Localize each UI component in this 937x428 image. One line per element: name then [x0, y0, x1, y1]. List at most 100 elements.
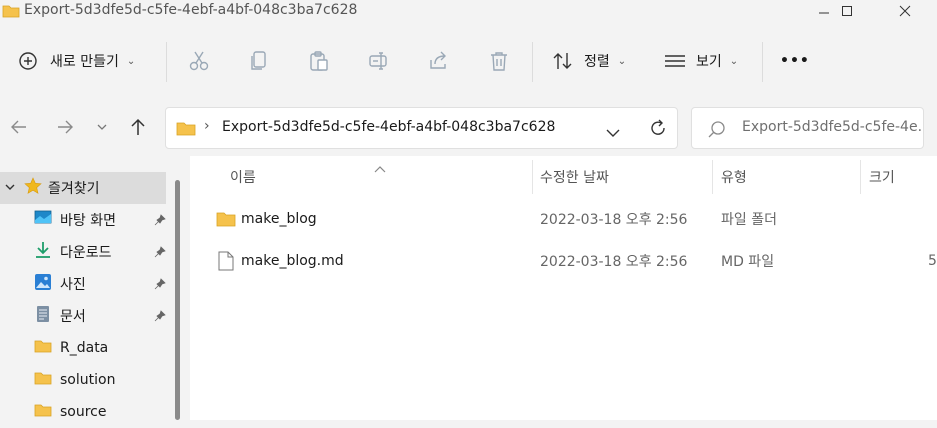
copy-icon: [251, 51, 266, 70]
column-header-modified[interactable]: 수정한 날짜: [540, 156, 609, 198]
up-button[interactable]: [127, 116, 149, 138]
column-divider[interactable]: [712, 160, 713, 194]
column-divider[interactable]: [860, 160, 861, 194]
refresh-button[interactable]: [648, 118, 668, 142]
file-list: 이름 수정한 날짜 유형 크기 make_blog 2022-03-18 오후 …: [190, 156, 937, 420]
breadcrumb-chevron-icon: ›: [204, 118, 210, 134]
toolbar-divider: [762, 42, 763, 82]
file-name: make_blog: [241, 211, 317, 227]
file-modified: 2022-03-18 오후 2:56: [540, 212, 688, 228]
share-button[interactable]: [428, 50, 450, 72]
column-divider[interactable]: [532, 160, 533, 194]
rename-icon: [369, 52, 387, 70]
file-size: 5: [928, 253, 937, 269]
column-header-size[interactable]: 크기: [869, 156, 895, 198]
close-icon: [899, 5, 911, 17]
maximize-icon: [842, 6, 852, 16]
delete-button[interactable]: [488, 50, 510, 72]
folder-icon: [2, 3, 20, 22]
window-title: Export-5d3dfe5d-c5fe-4ebf-a4bf-048c3ba7c…: [24, 2, 358, 18]
pin-icon: [154, 204, 166, 236]
toolbar-divider: [532, 42, 533, 82]
file-type: 파일 폴더: [721, 212, 777, 228]
sidebar-item-label: solution: [60, 372, 116, 388]
sidebar-item-desktop[interactable]: 바탕 화면: [0, 204, 166, 236]
sidebar-item-downloads[interactable]: 다운로드: [0, 236, 166, 268]
sidebar-scrollbar[interactable]: [175, 180, 180, 420]
column-header-type[interactable]: 유형: [721, 156, 747, 198]
folder-icon: [176, 121, 196, 140]
sidebar-item-label: 바탕 화면: [60, 213, 116, 229]
view-label: 보기: [696, 54, 722, 70]
cut-button[interactable]: [188, 50, 210, 72]
sidebar-item-pictures[interactable]: 사진: [0, 268, 166, 300]
title-bar: Export-5d3dfe5d-c5fe-4ebf-a4bf-048c3ba7c…: [0, 0, 937, 22]
address-path[interactable]: Export-5d3dfe5d-c5fe-4ebf-a4bf-048c3ba7c…: [222, 119, 555, 135]
documents-icon: [34, 305, 52, 327]
share-icon: [430, 51, 446, 69]
pictures-icon: [34, 273, 52, 295]
table-row[interactable]: make_blog 2022-03-18 오후 2:56 파일 폴더: [190, 199, 937, 239]
view-button[interactable]: 보기 ⌄: [664, 50, 738, 72]
address-bar[interactable]: › Export-5d3dfe5d-c5fe-4ebf-a4bf-048c3ba…: [165, 107, 678, 149]
rename-button[interactable]: [368, 50, 390, 72]
toolbar: 새로 만들기 ⌄ 정렬 ⌄ 보기 ⌄ •••: [0, 22, 937, 98]
sidebar-item-favorites[interactable]: 즐겨찾기: [0, 172, 166, 204]
pin-icon: [154, 236, 166, 268]
new-icon: [18, 51, 38, 71]
view-icon: [664, 52, 686, 70]
file-modified: 2022-03-18 오후 2:56: [540, 254, 688, 270]
search-box[interactable]: Export-5d3dfe5d-c5fe-4e...: [691, 107, 924, 149]
sort-ascending-icon: [374, 158, 386, 177]
chevron-down-icon: [4, 183, 16, 194]
arrow-left-icon: [11, 120, 26, 134]
sidebar-item-label: 즐겨찾기: [48, 181, 100, 197]
folder-icon: [34, 403, 52, 421]
sidebar-item-label: R_data: [60, 340, 109, 356]
search-icon: [708, 120, 726, 142]
chevron-down-icon: ⌄: [617, 55, 627, 67]
navigation-pane: 즐겨찾기 바탕 화면 다운로드 사진 문서 R_data solution so…: [0, 156, 182, 420]
star-icon: [24, 177, 42, 199]
refresh-icon: [651, 119, 665, 135]
search-input[interactable]: Export-5d3dfe5d-c5fe-4e...: [742, 119, 923, 135]
chevron-down-icon: [606, 129, 620, 137]
sort-icon: [552, 51, 574, 71]
more-button[interactable]: •••: [780, 50, 810, 72]
new-button[interactable]: 새로 만들기 ⌄: [18, 50, 135, 72]
table-row[interactable]: make_blog.md 2022-03-18 오후 2:56 MD 파일 5: [190, 241, 937, 281]
copy-button[interactable]: [248, 50, 270, 72]
sidebar-item-label: source: [60, 404, 107, 420]
sidebar-item-documents[interactable]: 문서: [0, 300, 166, 332]
pin-icon: [154, 268, 166, 300]
cut-icon: [189, 51, 209, 71]
close-button[interactable]: [882, 0, 928, 22]
sort-button[interactable]: 정렬 ⌄: [552, 50, 626, 72]
sidebar-item-source[interactable]: source: [0, 396, 166, 428]
pin-icon: [154, 300, 166, 332]
new-label: 새로 만들기: [50, 54, 119, 70]
column-header-name[interactable]: 이름: [230, 156, 256, 198]
sidebar-item-r-data[interactable]: R_data: [0, 332, 166, 364]
folder-icon: [216, 199, 236, 239]
back-button[interactable]: [8, 116, 30, 138]
delete-icon: [491, 52, 507, 71]
toolbar-divider: [166, 42, 167, 82]
recent-locations-button[interactable]: [92, 116, 112, 138]
paste-icon: [310, 51, 328, 71]
chevron-down-icon: ⌄: [729, 55, 739, 67]
desktop-icon: [34, 210, 52, 230]
chevron-down-icon: ⌄: [126, 55, 136, 67]
maximize-button[interactable]: [824, 0, 870, 22]
file-name: make_blog.md: [241, 253, 344, 269]
forward-button[interactable]: [54, 116, 76, 138]
arrow-up-icon: [131, 118, 145, 135]
sidebar-item-label: 사진: [60, 277, 86, 293]
folder-icon: [34, 371, 52, 389]
download-icon: [34, 241, 52, 263]
sidebar-item-solution[interactable]: solution: [0, 364, 166, 396]
paste-button[interactable]: [308, 50, 330, 72]
address-dropdown-button[interactable]: [606, 123, 620, 142]
sort-label: 정렬: [584, 54, 610, 70]
sidebar-item-label: 문서: [60, 309, 86, 325]
